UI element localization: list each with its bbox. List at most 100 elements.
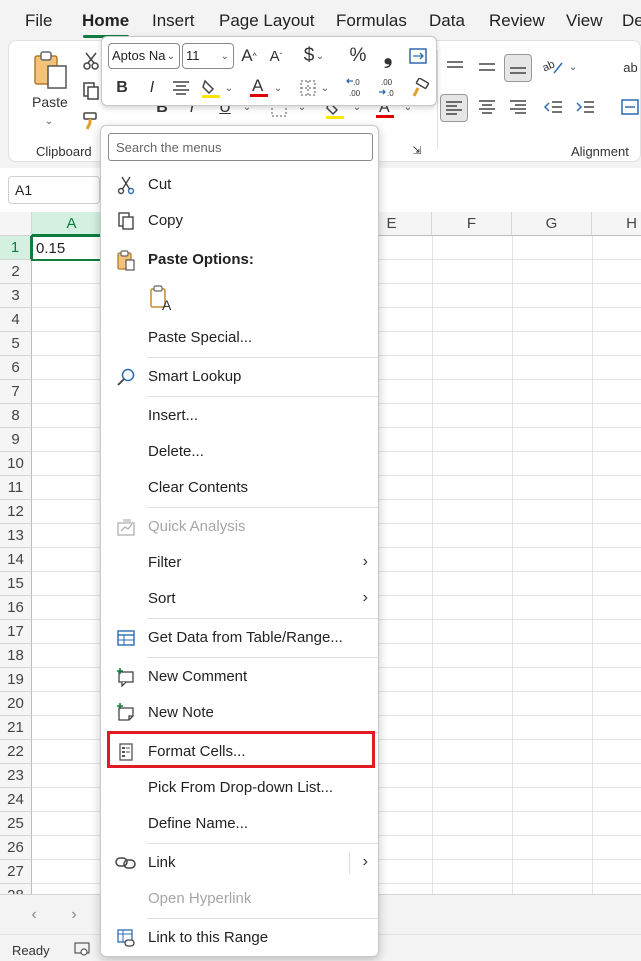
row-header-21[interactable]: 21: [0, 716, 32, 740]
align-right-icon[interactable]: [505, 94, 531, 120]
column-header-g[interactable]: G: [512, 212, 592, 236]
menu-item-clear-contents[interactable]: Clear Contents: [102, 471, 378, 505]
menu-item-new-note[interactable]: New Note: [102, 696, 378, 730]
italic-icon[interactable]: I: [142, 75, 162, 101]
menu-item-new-comment[interactable]: New Comment: [102, 660, 378, 694]
menu-item-copy[interactable]: Copy: [102, 204, 378, 238]
increase-indent-icon[interactable]: [572, 94, 598, 120]
menu-item-insert[interactable]: Insert...: [102, 399, 378, 433]
row-header-28[interactable]: 28: [0, 884, 32, 894]
row-header-13[interactable]: 13: [0, 524, 32, 548]
menu-item-delete[interactable]: Delete...: [102, 435, 378, 469]
paste-icon[interactable]: [30, 50, 70, 92]
menu-item-link[interactable]: Link ›: [102, 846, 378, 880]
cell-a1[interactable]: 0.15: [31, 235, 103, 261]
search-menus-input[interactable]: [108, 133, 373, 161]
row-header-14[interactable]: 14: [0, 548, 32, 572]
currency-chevron-down-icon[interactable]: ⌄: [314, 49, 326, 63]
column-header-h[interactable]: H: [592, 212, 641, 236]
row-header-8[interactable]: 8: [0, 404, 32, 428]
row-header-4[interactable]: 4: [0, 308, 32, 332]
fill-color-chevron-down-icon[interactable]: ⌄: [223, 81, 235, 95]
row-header-22[interactable]: 22: [0, 740, 32, 764]
row-header-11[interactable]: 11: [0, 476, 32, 500]
wrap-merge-icon[interactable]: [406, 45, 430, 67]
select-all-corner[interactable]: [0, 212, 32, 236]
row-header-15[interactable]: 15: [0, 572, 32, 596]
decrease-indent-icon[interactable]: [540, 94, 566, 120]
row-header-20[interactable]: 20: [0, 692, 32, 716]
align-left-icon[interactable]: [440, 94, 468, 122]
orientation-chevron-down-icon[interactable]: ⌄: [566, 60, 580, 74]
align-top-icon[interactable]: [442, 54, 468, 80]
paste-button[interactable]: Paste: [32, 94, 68, 110]
tab-formulas[interactable]: Formulas: [336, 11, 407, 31]
row-header-6[interactable]: 6: [0, 356, 32, 380]
row-header-19[interactable]: 19: [0, 668, 32, 692]
font-color-icon[interactable]: A: [248, 73, 270, 101]
cut-ribbon-icon[interactable]: [80, 50, 102, 72]
font-size-chevron-down-icon[interactable]: ⌄: [221, 51, 229, 62]
font-dialog-launcher-icon[interactable]: ⇲: [410, 143, 424, 157]
increase-decimal-icon[interactable]: .0.00: [344, 75, 370, 101]
menu-item-get-data[interactable]: Get Data from Table/Range...: [102, 621, 378, 655]
paste-option-keep-text-icon[interactable]: A: [148, 284, 176, 313]
row-header-1[interactable]: 1: [0, 236, 32, 260]
row-header-18[interactable]: 18: [0, 644, 32, 668]
wrap-text-icon[interactable]: ab: [620, 54, 641, 80]
borders-chevron-down-icon[interactable]: ⌄: [319, 81, 331, 95]
font-size-combo[interactable]: 11 ⌄: [182, 43, 234, 69]
increase-font-icon[interactable]: A ^: [238, 43, 260, 69]
tab-view[interactable]: View: [566, 11, 603, 31]
menu-item-define-name[interactable]: Define Name...: [102, 807, 378, 841]
scroll-left-icon[interactable]: ‹: [24, 905, 44, 925]
align-center-icon[interactable]: [474, 94, 500, 120]
row-header-23[interactable]: 23: [0, 764, 32, 788]
comma-style-icon[interactable]: ❟: [378, 43, 398, 69]
align-bottom-icon[interactable]: [504, 54, 532, 82]
borders-icon[interactable]: [297, 75, 319, 101]
accessibility-icon[interactable]: [72, 939, 92, 959]
tab-developer[interactable]: De: [622, 11, 641, 31]
row-header-12[interactable]: 12: [0, 500, 32, 524]
row-header-27[interactable]: 27: [0, 860, 32, 884]
row-header-5[interactable]: 5: [0, 332, 32, 356]
menu-item-smart-lookup[interactable]: Smart Lookup: [102, 360, 378, 394]
name-box[interactable]: A1: [8, 176, 100, 204]
format-painter-icon[interactable]: [80, 110, 102, 132]
align-center-mini-icon[interactable]: [170, 75, 192, 101]
tab-file[interactable]: File: [25, 11, 52, 31]
tab-page-layout[interactable]: Page Layout: [219, 11, 314, 31]
decrease-decimal-icon[interactable]: .00.0: [376, 75, 402, 101]
menu-item-link-range[interactable]: Link to this Range: [102, 921, 378, 955]
tab-home[interactable]: Home: [82, 11, 129, 31]
bold-icon[interactable]: B: [112, 75, 132, 101]
percent-icon[interactable]: %: [346, 43, 370, 69]
merge-center-icon[interactable]: [618, 94, 641, 120]
tab-insert[interactable]: Insert: [152, 11, 195, 31]
chevron-right-icon[interactable]: ›: [363, 853, 368, 871]
decrease-font-icon[interactable]: Aˇ: [265, 43, 287, 69]
paste-chevron-down-icon[interactable]: ⌄: [42, 116, 56, 127]
fill-color-icon[interactable]: [200, 75, 222, 101]
row-header-16[interactable]: 16: [0, 596, 32, 620]
column-header-f[interactable]: F: [432, 212, 512, 236]
row-header-9[interactable]: 9: [0, 428, 32, 452]
font-name-chevron-down-icon[interactable]: ⌄: [167, 51, 175, 62]
row-header-10[interactable]: 10: [0, 452, 32, 476]
row-header-25[interactable]: 25: [0, 812, 32, 836]
menu-item-pick-list[interactable]: Pick From Drop-down List...: [102, 771, 378, 805]
menu-item-sort[interactable]: Sort ›: [102, 582, 378, 616]
row-header-2[interactable]: 2: [0, 260, 32, 284]
row-header-24[interactable]: 24: [0, 788, 32, 812]
row-header-7[interactable]: 7: [0, 380, 32, 404]
row-header-17[interactable]: 17: [0, 620, 32, 644]
row-header-3[interactable]: 3: [0, 284, 32, 308]
copy-ribbon-icon[interactable]: [80, 80, 102, 102]
menu-item-filter[interactable]: Filter ›: [102, 546, 378, 580]
align-middle-icon[interactable]: [474, 54, 500, 80]
tab-data[interactable]: Data: [429, 11, 465, 31]
row-header-26[interactable]: 26: [0, 836, 32, 860]
scroll-right-icon[interactable]: ›: [64, 905, 84, 925]
menu-item-cut[interactable]: Cut: [102, 168, 378, 202]
